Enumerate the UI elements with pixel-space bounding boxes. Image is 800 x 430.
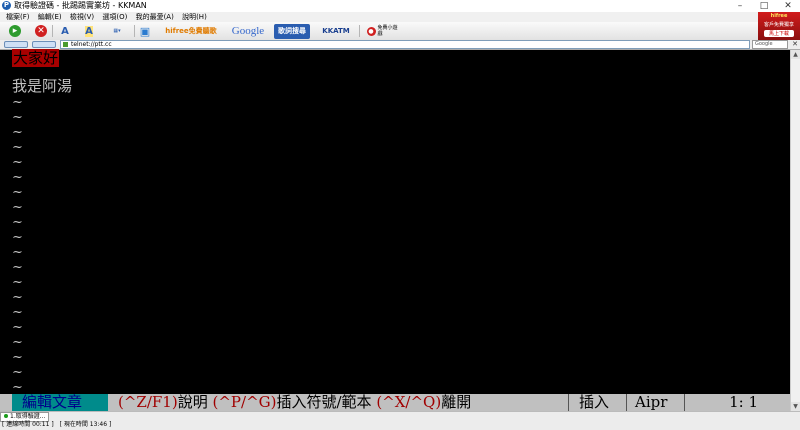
empty-line-marker: ~ [12,140,23,155]
editor-help-hints: (^Z/F1)說明 (^P/^G)插入符號/範本 (^X/^Q)離開 [108,394,471,411]
font-style-icon: A [85,25,93,37]
timers: [ 連線時間 00:11 ] [ 現在時間 13:46 ] [2,421,115,429]
connection-tab-indicator[interactable] [32,41,56,48]
kkman-app-icon: P [2,1,11,10]
first-line: 大家好 [12,49,60,67]
empty-line-marker: ~ [12,275,23,290]
ad-text: 客戶免費獨享 [763,22,794,28]
cursor-position: 1: 1 [684,394,770,411]
ad-banner[interactable]: hifree 客戶免費獨享 馬上下載 [758,12,800,40]
empty-line-marker: ~ [12,245,23,260]
connect-time: [ 連線時間 00:11 ] [2,421,54,428]
connected-status-icon [4,414,8,418]
editor-mode-label: 編輯文章 [12,394,108,411]
connection-tab-indicator[interactable] [4,41,28,48]
hifree-button[interactable]: hifree免費聽歌 [157,24,225,38]
empty-line-marker: ~ [12,305,23,320]
minimize-button[interactable]: – [728,0,752,12]
empty-line-marker: ~ [12,365,23,380]
google-button[interactable]: Google [228,24,268,38]
ime-indicator: Aipr [626,394,684,411]
window-title: 取得驗證碼 - 批踢踢實業坊 - KKMAN [14,1,147,10]
menu-options[interactable]: 選項(O) [102,12,127,22]
package-button[interactable]: ▣ [138,24,152,38]
font-style-button[interactable]: A [82,24,96,38]
empty-line-marker: ~ [12,215,23,230]
toolbar-divider [134,25,135,37]
empty-line-marker: ~ [12,320,23,335]
menu-help[interactable]: 說明(H) [182,12,207,22]
empty-line-marker: ~ [12,260,23,275]
empty-line-marker: ~ [12,125,23,140]
ad-download-button[interactable]: 馬上下載 [764,30,794,37]
empty-line-marker: ~ [12,290,23,305]
vertical-scrollbar[interactable]: ▲ ▼ [790,50,800,411]
toolbar: ▸ ✕ A A ▦▾ ▣ hifree免費聽歌 Google 歌詞搜尋 KKAT… [0,22,758,41]
close-tab-button[interactable]: ✕ [790,40,800,49]
close-window-button[interactable]: ✕ [776,0,800,12]
menu-file[interactable]: 檔案(F) [6,12,30,22]
menu-edit[interactable]: 編輯(E) [38,12,62,22]
encoding-button[interactable]: ▦▾ [108,24,126,38]
insert-symbol-label: 插入符號/範本 [276,393,372,411]
package-icon: ▣ [139,24,151,38]
hifree-label: hifree免費聽歌 [165,26,217,35]
games-button[interactable]: ● 免費小遊戲 [364,24,402,38]
empty-line-marker: ~ [12,95,23,110]
stop-icon: ✕ [35,25,47,37]
empty-line-marker: ~ [12,185,23,200]
kkatm-label: KKATM [322,27,350,35]
empty-line-marker: ~ [12,335,23,350]
highlighted-text: 大家好 [12,49,60,67]
empty-line-marker: ~ [12,170,23,185]
insert-symbol-key-hint: (^P/^G) [212,393,277,411]
song-search-button[interactable]: 歌詞搜尋 [273,23,311,39]
telnet-icon [63,42,68,47]
scroll-up-icon[interactable]: ▲ [791,50,800,59]
insert-mode-indicator: 插入 [568,394,626,411]
empty-line-marker: ~ [12,155,23,170]
google-label: Google [231,25,265,37]
play-icon: ▸ [9,25,21,37]
address-bar-row: telnet://ptt.cc Google ✕ [0,40,800,50]
exit-key-hint: (^X/^Q) [376,393,442,411]
help-key-hint: (^Z/F1) [118,393,178,411]
menu-favorites[interactable]: 我的最愛(A) [136,12,174,22]
menu-bar: 檔案(F) 編輯(E) 檢視(V) 選項(O) 我的最愛(A) 說明(H) [0,12,758,22]
encoding-icon: ▦▾ [113,28,121,34]
ad-brand: hifree [770,13,788,19]
font-size-icon: A [61,25,69,37]
help-label: 說明 [177,393,208,411]
maximize-button[interactable]: □ [752,0,776,12]
current-time: [ 現在時間 13:46 ] [59,421,112,428]
editor-status-bar: 編輯文章 (^Z/F1)說明 (^P/^G)插入符號/範本 (^X/^Q)離開 … [0,394,790,411]
second-line: 我是阿湯 [12,77,73,95]
disconnect-button[interactable]: ✕ [34,24,48,38]
toolbar-divider [52,25,53,37]
empty-line-marker: ~ [12,110,23,125]
games-icon: ● [366,26,376,36]
exit-label: 離開 [441,393,472,411]
empty-line-marker: ~ [12,350,23,365]
song-search-label: 歌詞搜尋 [274,23,310,39]
scroll-down-icon[interactable]: ▼ [791,402,800,411]
empty-line-marker: ~ [12,200,23,215]
terminal-screen[interactable]: 大家好 我是阿湯 ~ ~ ~ ~ ~ ~ ~ ~ ~ ~ ~ ~ ~ ~ ~ ~… [0,49,790,411]
search-input[interactable]: Google [752,40,788,49]
font-size-button[interactable]: A [58,24,72,38]
search-engine-label: Google [755,41,773,47]
empty-line-marker: ~ [12,230,23,245]
address-url: telnet://ptt.cc [71,41,112,48]
menu-view[interactable]: 檢視(V) [70,12,94,22]
connection-tab-label: 1.取得驗證... [10,413,46,420]
bottom-status-bar: 1.取得驗證... [ 連線時間 00:11 ] [ 現在時間 13:46 ] [0,411,800,430]
kkatm-button[interactable]: KKATM [317,24,355,38]
connect-button[interactable]: ▸ [8,24,22,38]
toolbar-divider [359,25,360,37]
address-input[interactable]: telnet://ptt.cc [60,40,750,49]
games-label: 免費小遊戲 [377,25,398,37]
